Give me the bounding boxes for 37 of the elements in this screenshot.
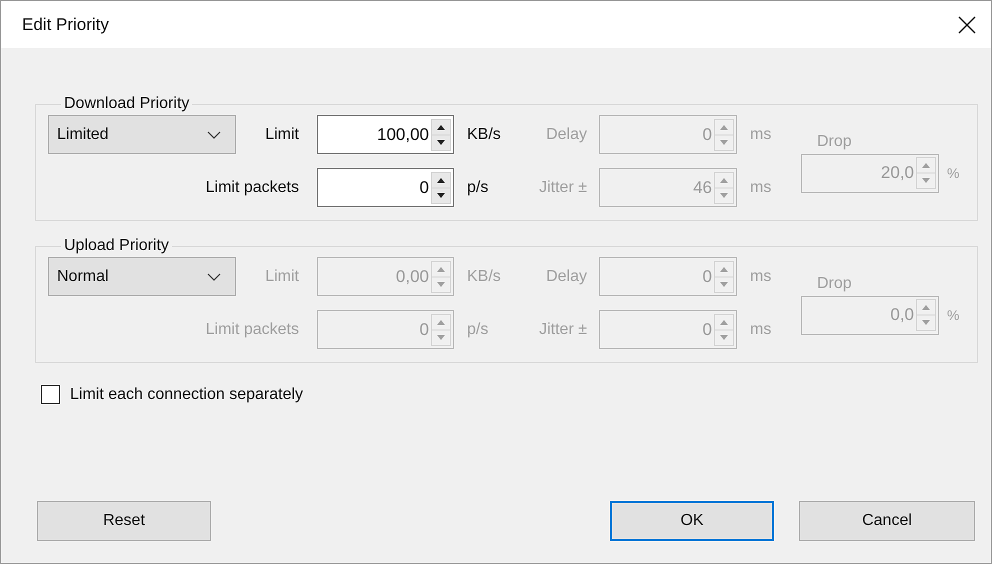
unit-label: % [946, 165, 960, 181]
field-label: Drop [816, 132, 852, 152]
unit-label: ms [749, 124, 772, 144]
checkbox-label[interactable]: Limit each connection separately [70, 386, 304, 404]
field-label: Delay [545, 124, 588, 144]
field-label: Jitter ± [538, 320, 588, 340]
field-label: Limit [264, 266, 300, 286]
unit-label: KB/s [466, 124, 502, 144]
field-label: Drop [816, 274, 852, 294]
dropdown[interactable]: Normal [48, 257, 236, 296]
group-title: Download Priority [63, 95, 190, 113]
dialog-button[interactable]: Cancel [799, 501, 975, 541]
dialog-button[interactable]: OK [610, 501, 774, 541]
chevron-icon [207, 272, 221, 280]
spin-button[interactable] [431, 118, 451, 150]
close-icon[interactable] [957, 14, 977, 34]
unit-label: KB/s [466, 266, 502, 286]
unit-label: ms [749, 320, 772, 340]
unit-label: p/s [466, 178, 490, 198]
checkbox[interactable] [41, 385, 60, 404]
field-label: Limit [264, 124, 300, 144]
number-field[interactable]: 0 [317, 168, 454, 207]
field-label: Limit packets [204, 320, 300, 340]
field-label: Jitter ± [538, 178, 588, 198]
window-title: Edit Priority [22, 14, 109, 34]
unit-label: % [946, 307, 960, 323]
field-label: Delay [545, 266, 588, 286]
unit-label: ms [749, 266, 772, 286]
field-label: Limit packets [204, 178, 300, 198]
group-title: Upload Priority [63, 237, 170, 255]
unit-label: p/s [466, 320, 490, 340]
dialog-button[interactable]: Reset [37, 501, 211, 541]
number-field[interactable]: 100,00 [317, 115, 454, 154]
unit-label: ms [749, 178, 772, 198]
dropdown[interactable]: Limited [48, 115, 236, 154]
spin-button[interactable] [431, 172, 451, 204]
chevron-icon [207, 130, 221, 138]
